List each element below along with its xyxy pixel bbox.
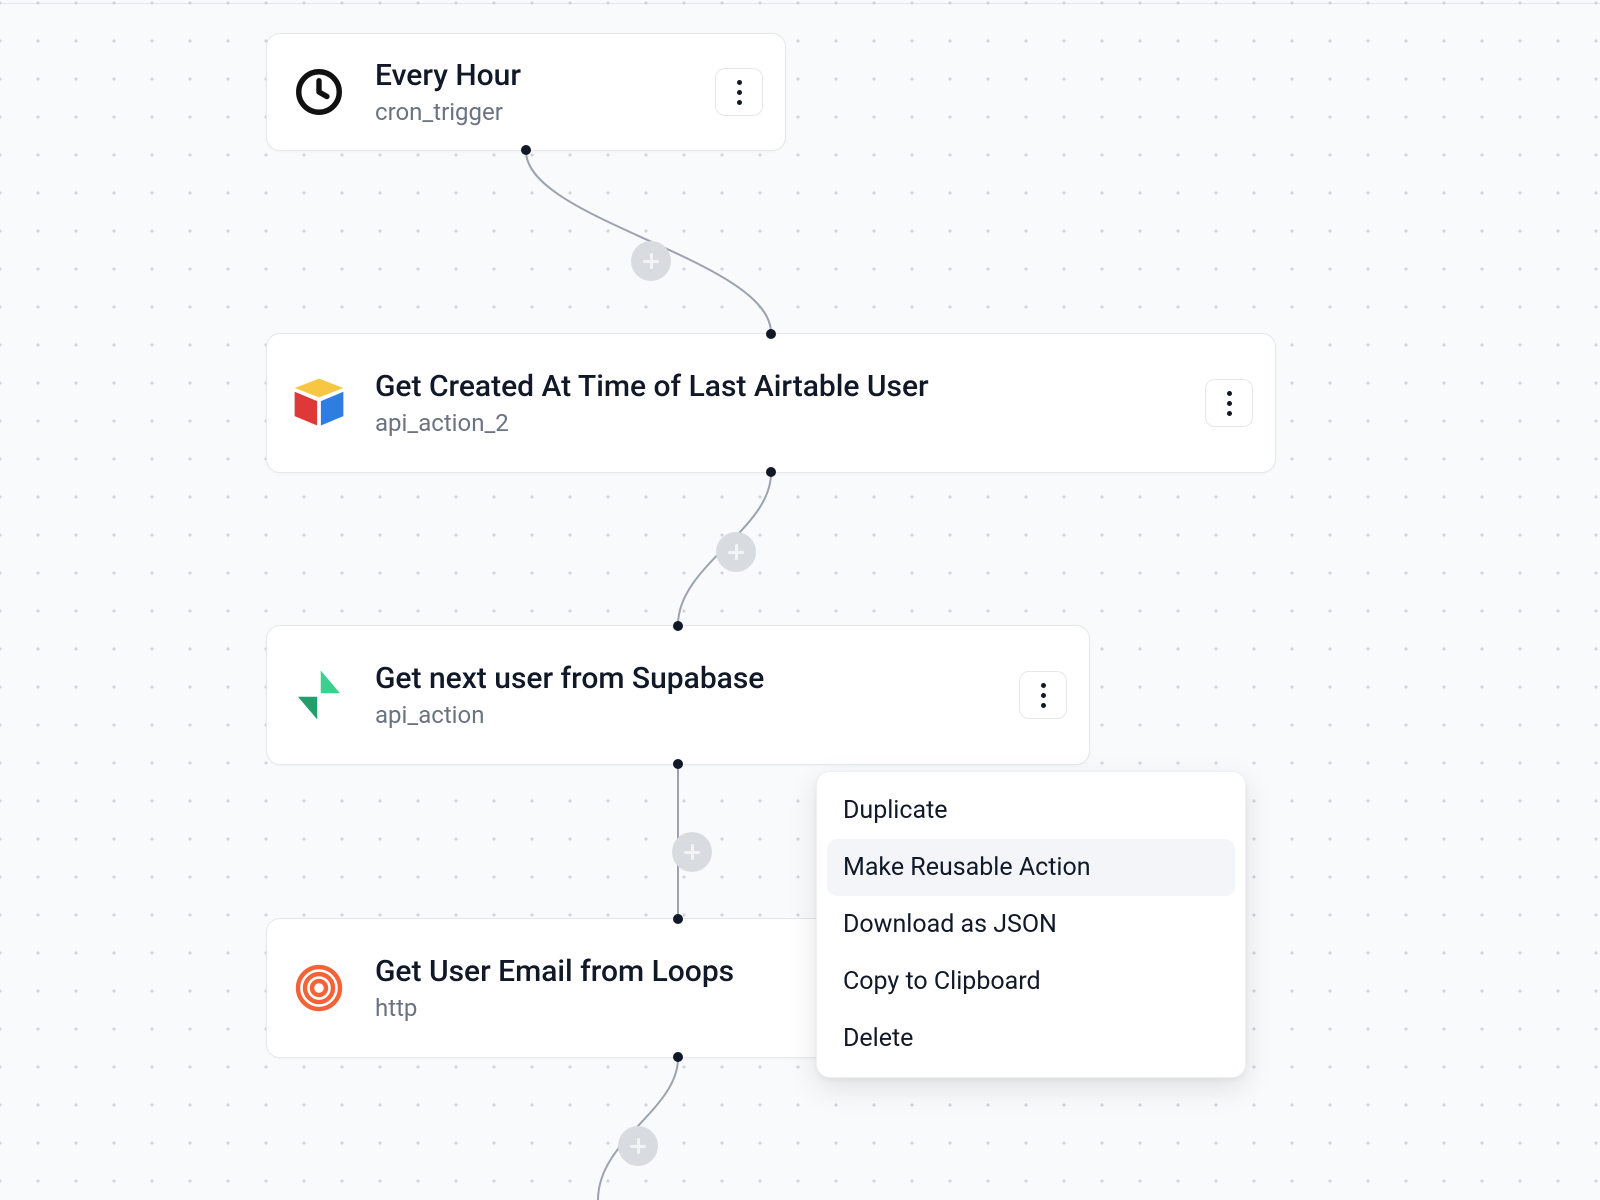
- supabase-icon: [289, 665, 349, 725]
- node-port-bottom[interactable]: [673, 759, 683, 769]
- node-title: Get Created At Time of Last Airtable Use…: [375, 369, 1187, 405]
- node-subtitle: cron_trigger: [375, 98, 697, 126]
- add-node-button[interactable]: [618, 1126, 658, 1166]
- menu-item-delete[interactable]: Delete: [827, 1010, 1235, 1067]
- node-port-bottom[interactable]: [673, 1052, 683, 1062]
- add-node-button[interactable]: [631, 241, 671, 281]
- menu-item-make-reusable[interactable]: Make Reusable Action: [827, 839, 1235, 896]
- add-node-button[interactable]: [672, 832, 712, 872]
- node-port-top[interactable]: [766, 329, 776, 339]
- node-menu-button[interactable]: [1205, 379, 1253, 427]
- kebab-icon: [1041, 683, 1046, 708]
- node-port-top[interactable]: [673, 621, 683, 631]
- kebab-icon: [1227, 391, 1232, 416]
- node-menu-button[interactable]: [1019, 671, 1067, 719]
- context-menu[interactable]: Duplicate Make Reusable Action Download …: [816, 771, 1246, 1078]
- menu-item-copy-clipboard[interactable]: Copy to Clipboard: [827, 953, 1235, 1010]
- airtable-icon: [289, 373, 349, 433]
- clock-icon: [289, 62, 349, 122]
- loops-icon: [289, 958, 349, 1018]
- node-port-bottom[interactable]: [766, 467, 776, 477]
- add-node-button[interactable]: [716, 532, 756, 572]
- node-title: Every Hour: [375, 58, 697, 94]
- node-port-top[interactable]: [673, 914, 683, 924]
- node-menu-button[interactable]: [715, 68, 763, 116]
- node-subtitle: api_action: [375, 701, 1001, 729]
- node-every-hour[interactable]: Every Hour cron_trigger: [266, 33, 786, 151]
- node-port-bottom[interactable]: [521, 145, 531, 155]
- node-airtable[interactable]: Get Created At Time of Last Airtable Use…: [266, 333, 1276, 473]
- workflow-canvas[interactable]: Every Hour cron_trigger Get Created At T…: [0, 0, 1600, 1200]
- node-supabase[interactable]: Get next user from Supabase api_action: [266, 625, 1090, 765]
- menu-item-download-json[interactable]: Download as JSON: [827, 896, 1235, 953]
- kebab-icon: [737, 80, 742, 105]
- node-subtitle: api_action_2: [375, 409, 1187, 437]
- menu-item-duplicate[interactable]: Duplicate: [827, 782, 1235, 839]
- node-title: Get next user from Supabase: [375, 661, 1001, 697]
